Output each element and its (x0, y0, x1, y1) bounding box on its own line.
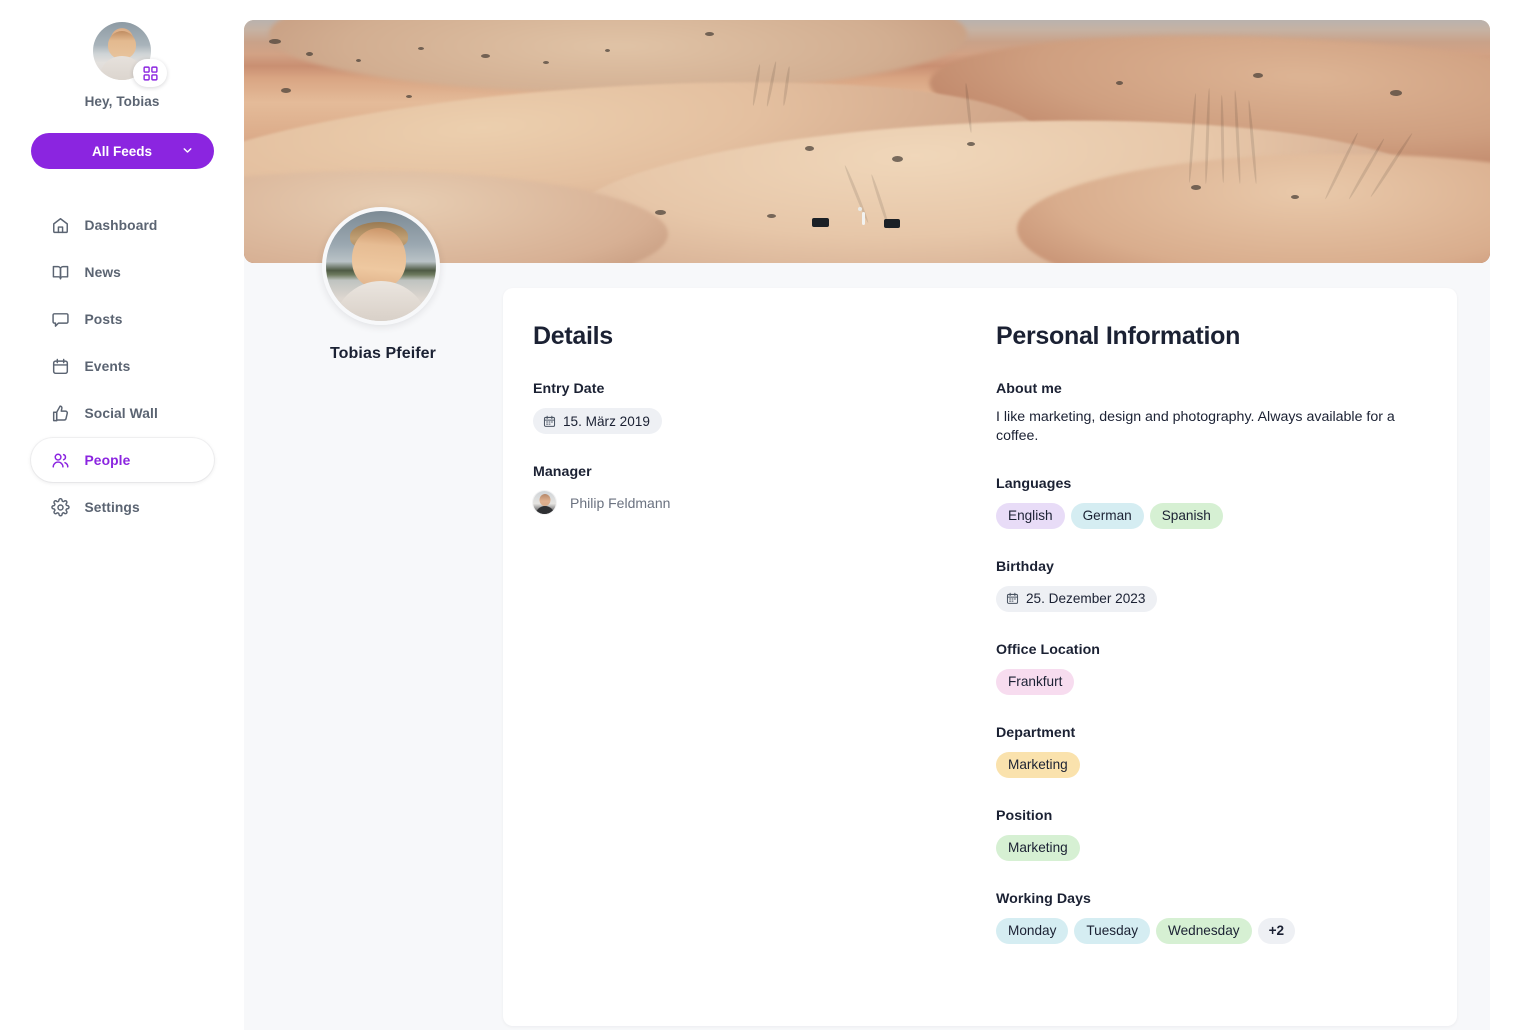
about-me-label: About me (996, 381, 1062, 397)
sidebar-item-settings[interactable]: Settings (31, 485, 214, 529)
personal-information-column: Personal Information About me I like mar… (965, 322, 1457, 1026)
calendar-icon (1006, 592, 1019, 605)
personal-information-title: Personal Information (996, 322, 1241, 350)
position-label: Position (996, 807, 1053, 824)
sidebar-item-label: Settings (84, 499, 140, 515)
main-content: Tobias Pfeifer Details Entry Date 15. Mä… (244, 0, 1536, 1030)
department-label: Department (996, 724, 1076, 741)
sidebar-item-posts[interactable]: Posts (31, 297, 214, 341)
language-tag: English (996, 502, 1065, 529)
message-icon (51, 309, 71, 329)
birthday-field: Birthday 25. Dezember 2023 (996, 559, 1427, 612)
entry-date-value: 15. März 2019 (563, 413, 650, 429)
details-column: Details Entry Date 15. März 2019 Manager… (503, 322, 965, 1026)
profile-avatar[interactable] (322, 207, 440, 325)
sidebar-item-label: Social Wall (84, 405, 158, 421)
chevron-down-icon (181, 144, 194, 157)
sidebar-item-news[interactable]: News (31, 250, 214, 294)
languages-field: Languages English German Spanish (996, 476, 1427, 529)
all-feeds-button[interactable]: All Feeds (30, 133, 214, 169)
apps-grid-icon[interactable] (133, 59, 167, 87)
sidebar-item-label: News (84, 264, 121, 280)
sidebar-item-dashboard[interactable]: Dashboard (31, 203, 214, 247)
profile-banner-image (244, 20, 1490, 263)
thumbs-up-icon (51, 403, 71, 423)
profile-info-card: Details Entry Date 15. März 2019 Manager… (503, 288, 1457, 1026)
birthday-label: Birthday (996, 558, 1054, 575)
users-icon (51, 450, 71, 470)
office-location-label: Office Location (996, 641, 1101, 658)
birthday-value: 25. Dezember 2023 (1026, 591, 1146, 607)
home-icon (51, 215, 71, 235)
working-day-tag: Tuesday (1074, 917, 1151, 944)
manager-label: Manager (533, 464, 592, 480)
working-days-label: Working Days (996, 890, 1091, 907)
department-tag: Marketing (996, 751, 1080, 778)
manager-avatar (533, 491, 556, 514)
position-tag: Marketing (996, 834, 1080, 861)
working-days-overflow-tag[interactable]: +2 (1257, 917, 1296, 944)
working-day-tag: Monday (996, 917, 1069, 944)
details-title: Details (533, 322, 613, 350)
user-avatar-wrap[interactable] (93, 22, 167, 87)
app-root: Hey, Tobias All Feeds Dashboard News Pos… (0, 0, 1536, 1030)
book-open-icon (51, 262, 71, 282)
position-field: Position Marketing (996, 808, 1427, 861)
department-field: Department Marketing (996, 725, 1427, 778)
gear-icon (51, 497, 71, 517)
entry-date-label: Entry Date (533, 381, 605, 397)
all-feeds-label: All Feeds (91, 143, 153, 159)
sidebar-item-label: Dashboard (84, 217, 158, 233)
office-location-field: Office Location Frankfurt (996, 642, 1427, 695)
sidebar-item-label: Events (84, 358, 131, 374)
working-days-field: Working Days Monday Tuesday Wednesday +2 (996, 891, 1427, 944)
manager-row[interactable]: Philip Feldmann (533, 491, 935, 514)
about-me-field: About me I like marketing, design and ph… (996, 381, 1427, 446)
about-me-text: I like marketing, design and photography… (996, 409, 1395, 444)
office-location-tag: Frankfurt (996, 668, 1075, 695)
entry-date-chip: 15. März 2019 (533, 408, 662, 434)
sidebar-item-events[interactable]: Events (31, 344, 214, 388)
birthday-chip: 25. Dezember 2023 (996, 585, 1158, 612)
sidebar-item-label: Posts (84, 311, 123, 327)
language-tag: Spanish (1149, 502, 1223, 529)
profile-name: Tobias Pfeifer (329, 345, 437, 362)
calendar-icon (51, 356, 71, 376)
sidebar: Hey, Tobias All Feeds Dashboard News Pos… (0, 0, 244, 1030)
greeting-text: Hey, Tobias (84, 94, 160, 109)
sidebar-nav: Dashboard News Posts Events Social Wall … (30, 203, 214, 529)
sidebar-item-social-wall[interactable]: Social Wall (31, 391, 214, 435)
languages-label: Languages (996, 475, 1072, 492)
calendar-icon (543, 415, 556, 428)
working-day-tag: Wednesday (1156, 917, 1252, 944)
sidebar-item-people[interactable]: People (30, 438, 214, 482)
manager-name: Philip Feldmann (570, 494, 671, 511)
manager-field: Manager Philip Feldmann (533, 464, 935, 514)
entry-date-field: Entry Date 15. März 2019 (533, 381, 935, 434)
sidebar-item-label: People (84, 452, 131, 468)
language-tag: German (1070, 502, 1144, 529)
